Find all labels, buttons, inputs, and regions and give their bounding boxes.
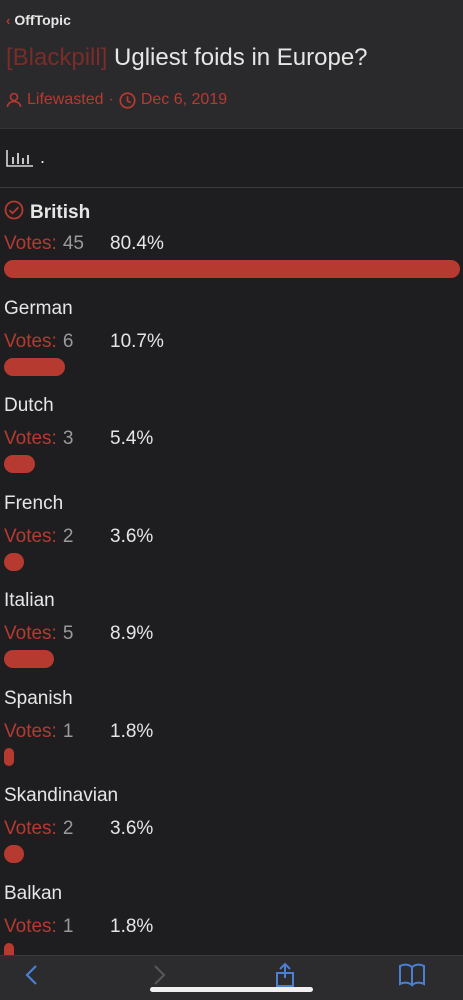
poll-votes: Votes: 1 [4,721,73,743]
poll-bar-track [4,455,460,473]
votes-count: 1 [62,720,74,742]
thread-author[interactable]: Lifewasted [27,91,104,109]
user-icon [6,92,22,108]
chevron-left-icon: ‹ [6,12,11,28]
poll-percent: 5.4% [110,428,154,449]
poll-percent: 8.9% [110,623,154,644]
poll-bar [4,552,24,571]
votes-label: Votes: [4,915,57,937]
breadcrumb[interactable]: ‹ OffTopic [6,12,71,28]
poll-option-label: Dutch [4,395,54,417]
poll-option: British Votes: 45 80.4% [0,188,463,285]
home-indicator [150,987,313,992]
poll-bar [4,260,460,278]
poll-option-label: British [4,200,90,226]
poll-option: French Votes: 2 3.6% [0,481,463,578]
votes-count: 1 [62,915,74,937]
poll-votes: Votes: 6 [4,331,73,353]
votes-label: Votes: [4,720,57,742]
poll-bar-track [4,747,460,766]
thread-prefix: [Blackpill] [6,44,108,71]
poll-option: Skandinavian Votes: 2 3.6% [0,773,463,870]
poll-option-text: German [4,297,73,319]
poll-votes: Votes: 45 [4,233,84,255]
votes-count: 45 [62,233,84,254]
poll-option-text: French [4,492,64,514]
breadcrumb-label: OffTopic [14,12,71,28]
poll-option-text: Italian [4,590,55,611]
votes-count: 2 [62,818,74,839]
votes-label: Votes: [4,330,57,352]
poll-percent: 1.8% [110,915,154,937]
thread-header: ‹ OffTopic [Blackpill] Ugliest foids in … [0,0,463,129]
poll-bar [4,845,24,863]
poll-bar-track [4,357,460,376]
poll-percent: 1.8% [110,720,154,742]
votes-count: 2 [62,525,74,547]
poll-option-text: British [30,202,91,223]
check-circle-icon [4,200,24,226]
poll-votes: Votes: 2 [4,818,73,840]
poll-option-label: Italian [4,590,55,612]
poll-bar [4,747,14,766]
bookmarks-icon[interactable] [398,962,426,993]
poll-option-text: Dutch [4,395,54,416]
poll-bar [4,455,35,473]
bar-chart-icon[interactable] [6,149,34,172]
poll-option-label: Balkan [4,883,62,905]
poll-option: Dutch Votes: 3 5.4% [0,383,463,480]
poll-bar-track [4,650,460,668]
thread-date[interactable]: Dec 6, 2019 [141,91,227,109]
poll-option-text: Balkan [4,882,63,904]
poll-percent: 3.6% [110,525,154,547]
votes-label: Votes: [4,428,57,449]
poll-bar-track [4,552,460,571]
poll-option: Spanish Votes: 1 1.8% [0,676,463,773]
poll-option: Italian Votes: 5 8.9% [0,578,463,675]
votes-count: 3 [62,428,74,449]
poll-votes: Votes: 1 [4,916,73,938]
poll-votes: Votes: 3 [4,428,73,450]
clock-icon [119,91,136,109]
poll-percent: 80.4% [110,233,164,254]
poll-option-label: Spanish [4,688,73,710]
thread-title: [Blackpill] Ugliest foids in Europe? [6,44,368,72]
poll-option-text: Skandinavian [4,785,119,806]
poll-option: German Votes: 6 10.7% [0,286,463,383]
meta-separator: · [108,91,114,108]
poll-option-label: German [4,298,73,320]
more-indicator: . [40,147,46,167]
votes-count: 5 [62,623,74,644]
poll-toolbar: . [0,129,463,188]
thread-title-text: Ugliest foids in Europe? [114,44,368,71]
votes-label: Votes: [4,623,57,644]
votes-count: 6 [62,330,74,352]
browser-toolbar [0,955,463,1000]
poll-option-text: Spanish [4,687,73,709]
thread-meta: Lifewasted · Dec 6, 2019 [6,91,227,109]
poll-option-label: French [4,493,63,515]
poll-bar-track [4,260,460,278]
back-arrow-icon[interactable] [20,962,46,993]
poll-bar [4,650,54,668]
poll-bar [4,357,65,376]
poll-percent: 3.6% [110,818,154,839]
votes-label: Votes: [4,818,57,839]
votes-label: Votes: [4,525,57,547]
poll-percent: 10.7% [110,330,164,352]
poll-bar-track [4,845,460,863]
poll-option: Balkan Votes: 1 1.8% [0,871,463,968]
poll-option-label: Skandinavian [4,785,118,807]
poll-votes: Votes: 2 [4,526,73,548]
poll-votes: Votes: 5 [4,623,73,645]
votes-label: Votes: [4,233,57,254]
